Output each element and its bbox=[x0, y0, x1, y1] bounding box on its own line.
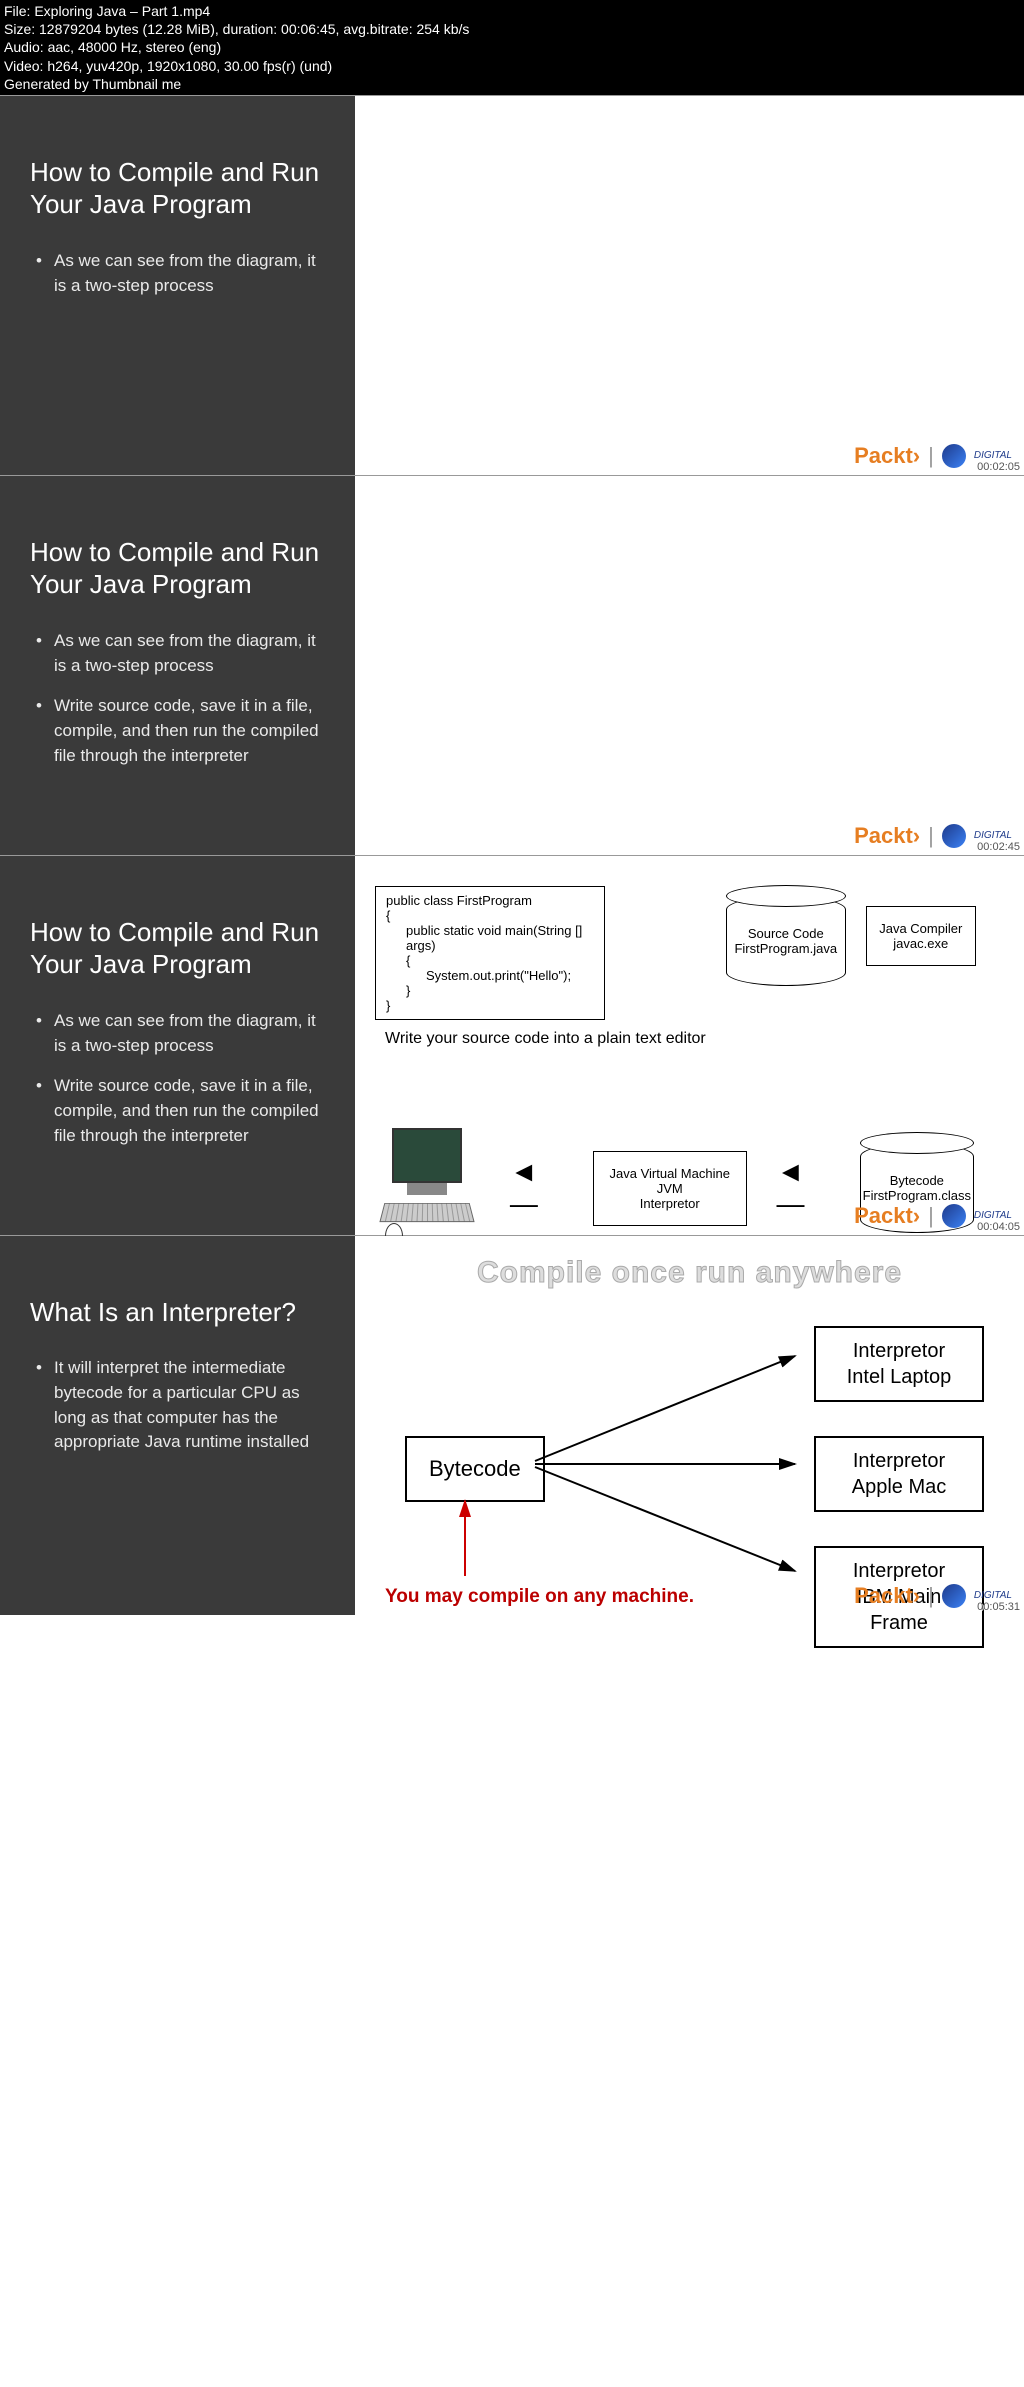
slide-sidebar: How to Compile and Run Your Java Program… bbox=[0, 96, 355, 475]
packt-logo-icon bbox=[942, 824, 966, 848]
interpreter-diagram: Compile once run anywhere Bytecode Inter… bbox=[355, 1236, 1024, 1615]
code-line: } bbox=[386, 983, 594, 998]
packt-label: Packt› bbox=[854, 1583, 920, 1609]
separator: | bbox=[928, 1203, 934, 1229]
bullet-list: As we can see from the diagram, it is a … bbox=[30, 1009, 325, 1148]
code-line: { bbox=[386, 908, 594, 923]
slide-4: What Is an Interpreter? It will interpre… bbox=[0, 1235, 1024, 1615]
video-line: Video: h264, yuv420p, 1920x1080, 30.00 f… bbox=[4, 57, 1020, 75]
box-label: Intel Laptop bbox=[834, 1364, 964, 1390]
compile-note: You may compile on any machine. bbox=[385, 1586, 694, 1608]
bytecode-box: Bytecode bbox=[405, 1436, 545, 1502]
slide-sidebar: How to Compile and Run Your Java Program… bbox=[0, 856, 355, 1235]
diagram-title: Compile once run anywhere bbox=[385, 1256, 994, 1290]
slide-title: How to Compile and Run Your Java Program bbox=[30, 156, 325, 221]
bullet-item: It will interpret the intermediate bytec… bbox=[36, 1356, 325, 1455]
slide-content: public class FirstProgram { public stati… bbox=[355, 856, 1024, 1235]
computer-icon bbox=[375, 1128, 480, 1249]
diagram-bottom-row: ◄— Java Virtual Machine JVM Interpretor … bbox=[375, 1128, 1004, 1249]
box-label: javac.exe bbox=[877, 936, 965, 951]
cyl-label: FirstProgram.class bbox=[863, 1188, 971, 1203]
source-code-box: public class FirstProgram { public stati… bbox=[375, 886, 605, 1020]
slide-title: What Is an Interpreter? bbox=[30, 1296, 325, 1329]
arrow-left-icon: ◄— bbox=[777, 1156, 830, 1220]
bullet-item: As we can see from the diagram, it is a … bbox=[36, 1009, 325, 1058]
box-label: Interpretor bbox=[834, 1338, 964, 1364]
slide-2: How to Compile and Run Your Java Program… bbox=[0, 475, 1024, 855]
bullet-list: As we can see from the diagram, it is a … bbox=[30, 249, 325, 298]
timestamp: 00:02:45 bbox=[977, 841, 1020, 853]
box-label: Interpretor bbox=[834, 1558, 964, 1584]
box-label: Interpretor bbox=[834, 1448, 964, 1474]
packt-label: Packt› bbox=[854, 823, 920, 849]
slide-1: How to Compile and Run Your Java Program… bbox=[0, 95, 1024, 475]
timestamp: 00:02:05 bbox=[977, 461, 1020, 473]
box-label: Java Compiler bbox=[877, 921, 965, 936]
bullet-list: As we can see from the diagram, it is a … bbox=[30, 629, 325, 768]
separator: | bbox=[928, 823, 934, 849]
box-label: Interpretor bbox=[604, 1196, 736, 1211]
jvm-box: Java Virtual Machine JVM Interpretor bbox=[593, 1151, 747, 1226]
generator-line: Generated by Thumbnail me bbox=[4, 75, 1020, 93]
code-line: System.out.print("Hello"); bbox=[386, 968, 594, 983]
digital-label: DIGITAL bbox=[974, 1590, 1012, 1601]
packt-label: Packt› bbox=[854, 443, 920, 469]
code-line: { bbox=[386, 953, 594, 968]
timestamp: 00:04:05 bbox=[977, 1221, 1020, 1233]
cyl-label: FirstProgram.java bbox=[734, 941, 837, 956]
compile-diagram: public class FirstProgram { public stati… bbox=[355, 856, 1024, 1235]
separator: | bbox=[928, 1583, 934, 1609]
box-label: Java Virtual Machine bbox=[604, 1166, 736, 1181]
audio-line: Audio: aac, 48000 Hz, stereo (eng) bbox=[4, 38, 1020, 56]
slide-content: Packt› | DIGITAL 00:02:45 bbox=[355, 476, 1024, 855]
cyl-label: Source Code bbox=[748, 926, 824, 941]
slide-content: Packt› | DIGITAL 00:02:05 bbox=[355, 96, 1024, 475]
packt-logo-icon bbox=[942, 444, 966, 468]
bullet-item: Write source code, save it in a file, co… bbox=[36, 1074, 325, 1148]
source-cylinder: Source Code FirstProgram.java bbox=[726, 896, 846, 986]
file-line: File: Exploring Java – Part 1.mp4 bbox=[4, 2, 1020, 20]
bullet-list: It will interpret the intermediate bytec… bbox=[30, 1356, 325, 1455]
compiler-box: Java Compiler javac.exe bbox=[866, 906, 976, 966]
arrow-left-icon: ◄— bbox=[510, 1156, 563, 1220]
code-line: public static void main(String [] args) bbox=[386, 923, 594, 953]
slide-sidebar: What Is an Interpreter? It will interpre… bbox=[0, 1236, 355, 1615]
digital-label: DIGITAL bbox=[974, 1210, 1012, 1221]
packt-logo-icon bbox=[942, 1204, 966, 1228]
interpreter-box-2: Interpretor Apple Mac bbox=[814, 1436, 984, 1512]
timestamp: 00:05:31 bbox=[977, 1601, 1020, 1613]
packt-logo-icon bbox=[942, 1584, 966, 1608]
box-label: Apple Mac bbox=[834, 1474, 964, 1500]
file-info-header: File: Exploring Java – Part 1.mp4 Size: … bbox=[0, 0, 1024, 95]
slide-content: Compile once run anywhere Bytecode Inter… bbox=[355, 1236, 1024, 1615]
slide-title: How to Compile and Run Your Java Program bbox=[30, 536, 325, 601]
size-line: Size: 12879204 bytes (12.28 MiB), durati… bbox=[4, 20, 1020, 38]
bullet-item: Write source code, save it in a file, co… bbox=[36, 694, 325, 768]
diagram-top-row: public class FirstProgram { public stati… bbox=[375, 886, 1004, 1048]
bullet-item: As we can see from the diagram, it is a … bbox=[36, 629, 325, 678]
packt-label: Packt› bbox=[854, 1203, 920, 1229]
code-line: public class FirstProgram bbox=[386, 893, 594, 908]
cyl-label: Bytecode bbox=[890, 1173, 944, 1188]
slide-title: How to Compile and Run Your Java Program bbox=[30, 916, 325, 981]
bullet-item: As we can see from the diagram, it is a … bbox=[36, 249, 325, 298]
slide-3: How to Compile and Run Your Java Program… bbox=[0, 855, 1024, 1235]
box-label: JVM bbox=[604, 1181, 736, 1196]
separator: | bbox=[928, 443, 934, 469]
code-block-group: public class FirstProgram { public stati… bbox=[375, 886, 706, 1048]
code-line: } bbox=[386, 998, 594, 1013]
slide-sidebar: How to Compile and Run Your Java Program… bbox=[0, 476, 355, 855]
editor-caption: Write your source code into a plain text… bbox=[385, 1030, 706, 1048]
interpreter-box-1: Interpretor Intel Laptop bbox=[814, 1326, 984, 1402]
digital-label: DIGITAL bbox=[974, 830, 1012, 841]
digital-label: DIGITAL bbox=[974, 450, 1012, 461]
